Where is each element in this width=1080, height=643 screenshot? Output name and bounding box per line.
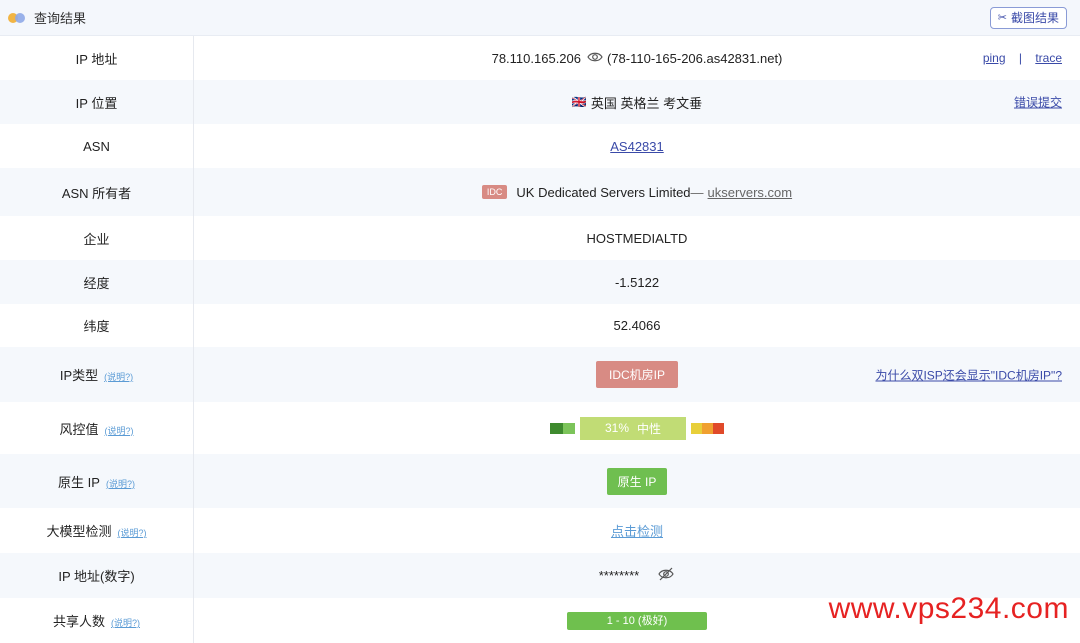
label-ip: IP 地址 (0, 36, 194, 80)
row-native: 原生 IP (说明?) 原生 IP (0, 454, 1080, 508)
label-longitude: 经度 (0, 260, 194, 304)
tool-separator: | (1019, 51, 1022, 65)
uk-flag-icon: 🇬🇧 (572, 95, 587, 109)
label-ip-type-cell: IP类型 (说明?) (0, 347, 194, 402)
row-longitude: 经度 -1.5122 (0, 260, 1080, 304)
ip-type-badge: IDC机房IP (596, 361, 678, 388)
label-risk: 风控值 (59, 422, 98, 437)
label-shared: 共享人数 (53, 614, 105, 629)
report-error-link[interactable]: 错误提交 (1014, 96, 1062, 110)
watermark: www.vps234.com (829, 592, 1069, 626)
row-location: IP 位置 🇬🇧 英国 英格兰 考文垂 错误提交 (0, 80, 1080, 124)
asn-owner-name: UK Dedicated Servers Limited (516, 185, 690, 200)
label-native: 原生 IP (58, 475, 100, 490)
result-header: 查询结果 ✂ 截图结果 (0, 0, 1080, 36)
risk-main-segment: 31% 中性 (580, 417, 686, 440)
row-company: 企业 HOSTMEDIALTD (0, 216, 1080, 260)
owner-site-link[interactable]: ukservers.com (708, 185, 793, 200)
header-title: 查询结果 (34, 8, 86, 27)
risk-seg-low (563, 423, 575, 434)
ping-link[interactable]: ping (983, 51, 1006, 65)
header-left: 查询结果 (8, 8, 86, 27)
asn-link[interactable]: AS42831 (610, 139, 664, 154)
llm-hint-link[interactable]: (说明?) (118, 528, 147, 538)
latitude-value: 52.4066 (194, 304, 1080, 347)
label-company: 企业 (0, 216, 194, 260)
risk-percent: 31% (605, 421, 629, 435)
ip-hostname: (78-110-165-206.as42831.net) (607, 51, 782, 66)
label-asn: ASN (0, 124, 194, 168)
llm-detect-link[interactable]: 点击检测 (611, 524, 663, 539)
native-hint-link[interactable]: (说明?) (106, 479, 135, 489)
shared-hint-link[interactable]: (说明?) (111, 618, 140, 628)
ip-type-hint-link[interactable]: (说明?) (104, 372, 133, 382)
risk-level: 中性 (637, 420, 661, 437)
row-risk: 风控值 (说明?) 31% 中性 (0, 402, 1080, 454)
label-location: IP 位置 (0, 80, 194, 124)
logo-icon (8, 12, 26, 24)
risk-seg-very-high (713, 423, 724, 434)
screenshot-button-label: 截图结果 (1011, 9, 1059, 26)
label-ip-numeric: IP 地址(数字) (0, 553, 194, 598)
native-badge: 原生 IP (607, 468, 668, 495)
label-asn-owner: ASN 所有者 (0, 168, 194, 216)
trace-link[interactable]: trace (1035, 51, 1062, 65)
eye-icon[interactable] (587, 51, 603, 66)
risk-seg-medium (691, 423, 702, 434)
row-latitude: 纬度 52.4066 (0, 304, 1080, 347)
company-value: HOSTMEDIALTD (194, 216, 1080, 260)
label-native-cell: 原生 IP (说明?) (0, 454, 194, 508)
screenshot-button[interactable]: ✂ 截图结果 (990, 7, 1067, 29)
ip-type-faq-link[interactable]: 为什么双ISP还会显示"IDC机房IP"? (875, 368, 1062, 382)
eye-off-icon[interactable] (657, 567, 675, 584)
label-llm: 大模型检测 (46, 524, 111, 539)
shared-badge: 1 - 10 (极好) (567, 612, 707, 630)
ip-numeric-masked: ******** (599, 568, 639, 583)
location-value: 英国 英格兰 考文垂 (591, 93, 702, 112)
info-table: IP 地址 78.110.165.206 (78-110-165-206.as4… (0, 36, 1080, 643)
scissors-icon: ✂ (998, 11, 1007, 24)
label-ip-type: IP类型 (60, 368, 98, 383)
risk-seg-high (702, 423, 713, 434)
label-shared-cell: 共享人数 (说明?) (0, 598, 194, 643)
row-asn-owner: ASN 所有者 IDC UK Dedicated Servers Limited… (0, 168, 1080, 216)
asn-owner-dash: — (691, 185, 704, 200)
row-asn: ASN AS42831 (0, 124, 1080, 168)
row-llm: 大模型检测 (说明?) 点击检测 (0, 508, 1080, 553)
row-ip-type: IP类型 (说明?) IDC机房IP 为什么双ISP还会显示"IDC机房IP"? (0, 347, 1080, 402)
label-risk-cell: 风控值 (说明?) (0, 402, 194, 454)
ip-value: 78.110.165.206 (492, 51, 581, 66)
label-llm-cell: 大模型检测 (说明?) (0, 508, 194, 553)
longitude-value: -1.5122 (194, 260, 1080, 304)
risk-meter: 31% 中性 (550, 417, 724, 440)
ip-tools: ping | trace (983, 51, 1062, 65)
idc-tag: IDC (482, 185, 508, 199)
row-ip: IP 地址 78.110.165.206 (78-110-165-206.as4… (0, 36, 1080, 80)
label-latitude: 纬度 (0, 304, 194, 347)
risk-seg-very-low (550, 423, 563, 434)
risk-hint-link[interactable]: (说明?) (105, 426, 134, 436)
